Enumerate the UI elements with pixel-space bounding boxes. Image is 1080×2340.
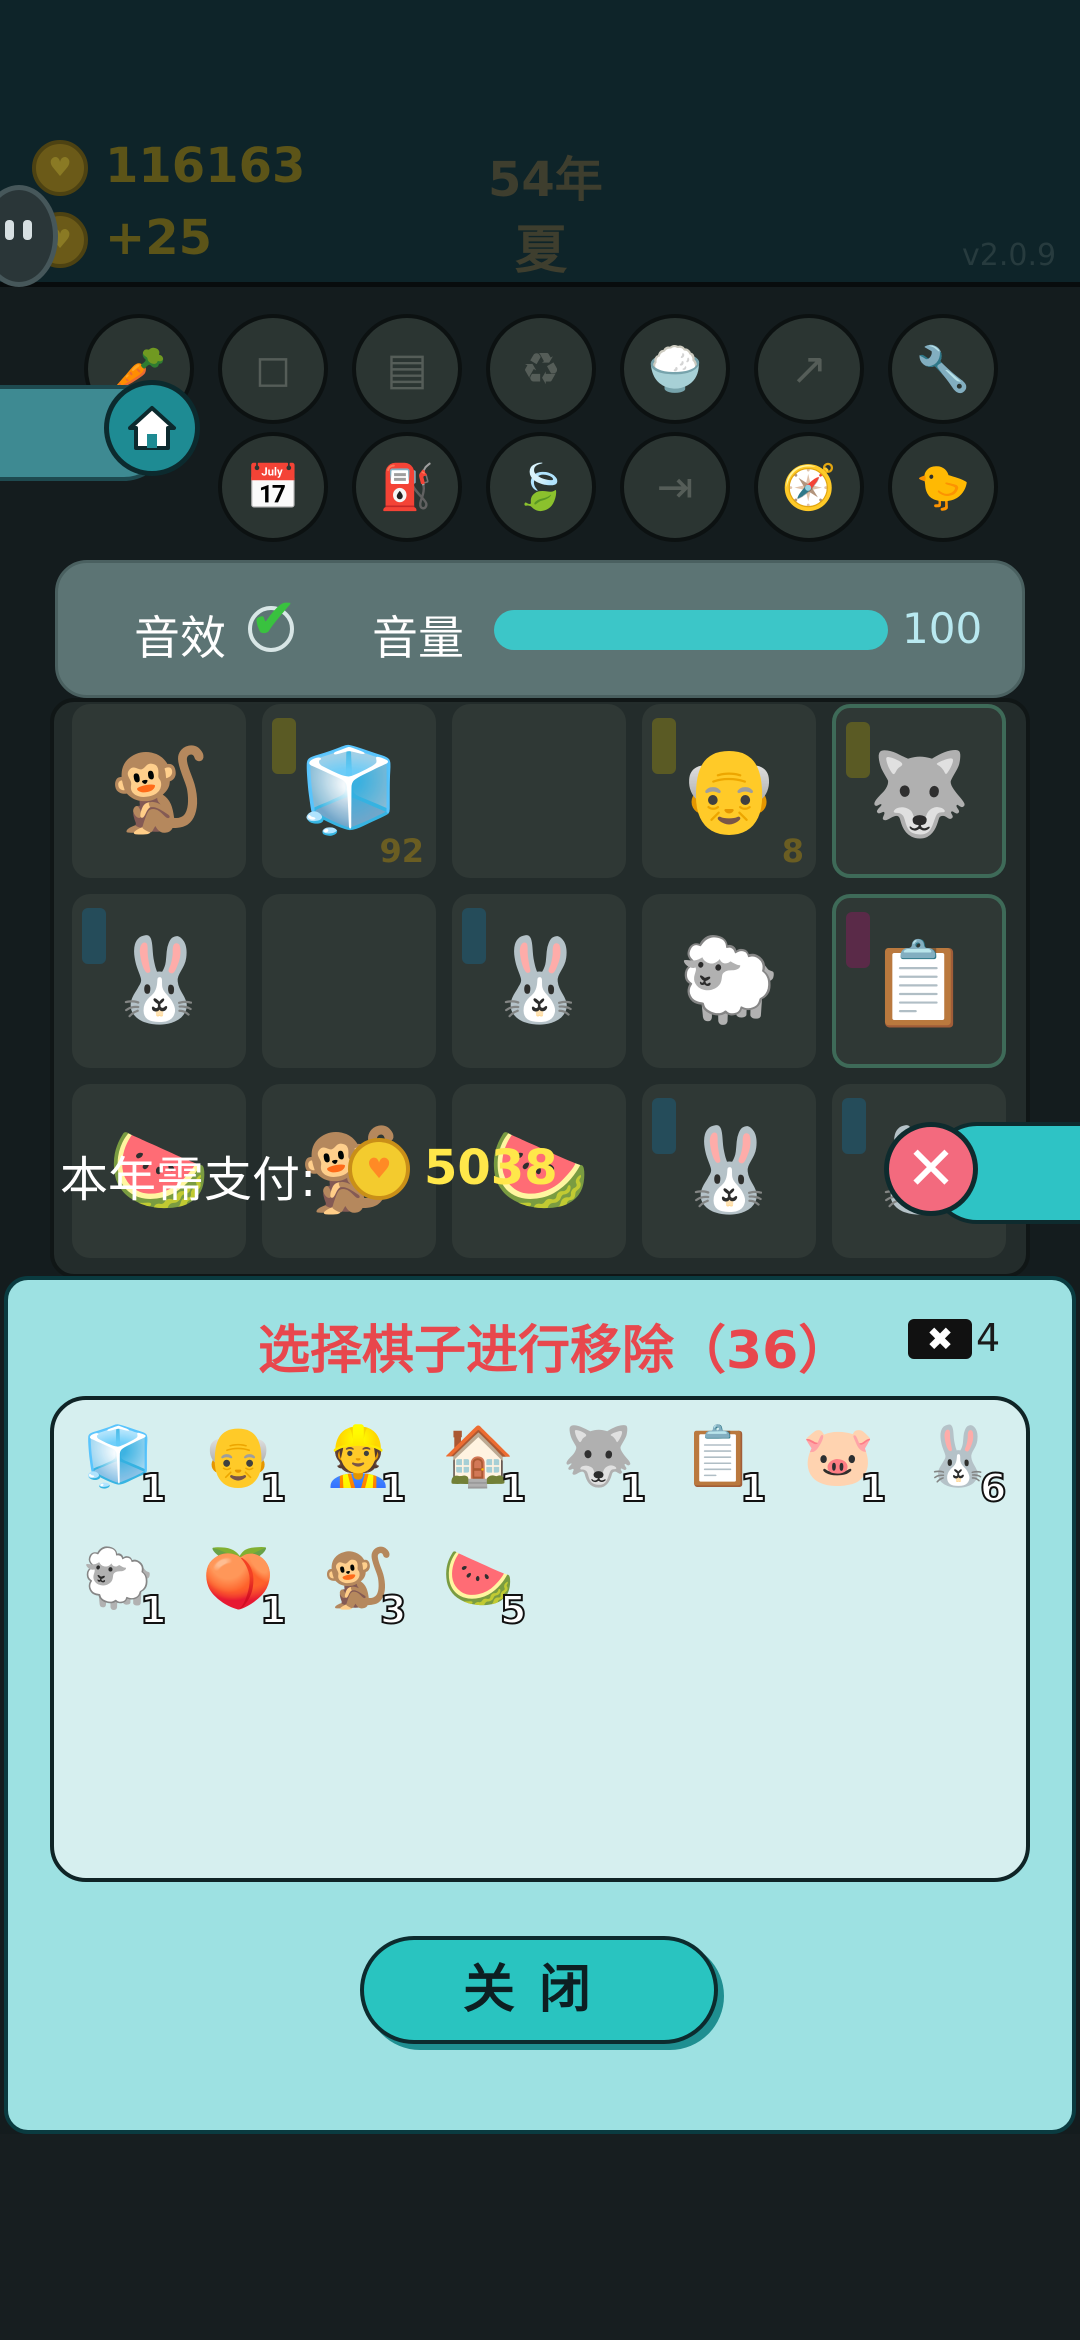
piece-count: 1 bbox=[259, 1465, 287, 1511]
gold-rate: +25 bbox=[105, 210, 213, 266]
monkey-icon: 🐒 bbox=[107, 743, 211, 838]
remove-ticket-count: 4 bbox=[976, 1316, 1001, 1360]
piece-count: 1 bbox=[619, 1465, 647, 1511]
arrow-up-icon[interactable]: ↗ bbox=[754, 314, 864, 424]
home-icon bbox=[128, 406, 176, 450]
home-button[interactable] bbox=[104, 380, 200, 476]
skirt-icon[interactable]: ▤ bbox=[352, 314, 462, 424]
sheep-icon: 🐑 bbox=[677, 933, 781, 1028]
piece-option-watermelon[interactable]: 🍉 5 bbox=[440, 1538, 540, 1638]
piece-count: 3 bbox=[379, 1587, 407, 1633]
payment-amount: 5038 bbox=[424, 1140, 558, 1196]
piece-count: 1 bbox=[379, 1465, 407, 1511]
checkmark-icon: ✔ bbox=[250, 587, 297, 652]
rarity-tag bbox=[462, 908, 486, 964]
piece-option-pig[interactable]: 🐷 1 bbox=[800, 1416, 900, 1516]
board-cell-copy-paste[interactable]: 📋 bbox=[832, 894, 1006, 1068]
compass-icon[interactable]: 🧭 bbox=[754, 432, 864, 542]
skip-icon[interactable]: ⇥ bbox=[620, 432, 730, 542]
piece-option-peach[interactable]: 🍑 1 bbox=[200, 1538, 300, 1638]
piece-count: 1 bbox=[259, 1587, 287, 1633]
board-cell-grandpa[interactable]: 👴 8 bbox=[642, 704, 816, 878]
piece-count: 6 bbox=[979, 1465, 1007, 1511]
rarity-tag bbox=[652, 1098, 676, 1154]
piece-option-copy-paste[interactable]: 📋 1 bbox=[680, 1416, 780, 1516]
board-cell-empty[interactable] bbox=[452, 704, 626, 878]
volume-value: 100 bbox=[902, 604, 983, 653]
board-cell-empty[interactable] bbox=[262, 894, 436, 1068]
sugar-cubes-icon[interactable]: ◻ bbox=[218, 314, 328, 424]
chick-egg-icon[interactable]: 🐤 bbox=[888, 432, 998, 542]
piece-option-husky-king[interactable]: 🐺 1 bbox=[560, 1416, 660, 1516]
piece-count: 1 bbox=[499, 1465, 527, 1511]
header-divider bbox=[0, 282, 1080, 287]
rarity-tag bbox=[842, 1098, 866, 1154]
piece-counter: 8 bbox=[781, 832, 804, 870]
piece-count: 1 bbox=[139, 1465, 167, 1511]
calendar-icon[interactable]: 📅 bbox=[218, 432, 328, 542]
remove-ticket-icon: ✖ bbox=[908, 1319, 972, 1359]
piece-counter: 92 bbox=[379, 832, 424, 870]
rice-bowl-icon[interactable]: 🍚 bbox=[620, 314, 730, 424]
rarity-tag bbox=[652, 718, 676, 774]
pump-icon[interactable]: ⛽ bbox=[352, 432, 462, 542]
gold-coin-icon: ♥ bbox=[348, 1138, 410, 1200]
piece-count: 1 bbox=[859, 1465, 887, 1511]
dialog-title: 选择棋子进行移除（36） bbox=[258, 1321, 851, 1381]
year-label: 54年 bbox=[488, 152, 603, 208]
wrench-shield-icon[interactable]: 🔧 bbox=[888, 314, 998, 424]
piece-count: 5 bbox=[499, 1587, 527, 1633]
volume-slider[interactable] bbox=[494, 610, 888, 650]
leaf-icon[interactable]: 🍃 bbox=[486, 432, 596, 542]
close-button[interactable]: 关闭 bbox=[360, 1936, 718, 2044]
close-icon[interactable]: ✕ bbox=[884, 1122, 978, 1216]
piece-option-rabbit-house[interactable]: 🏠 1 bbox=[440, 1416, 540, 1516]
piece-count: 1 bbox=[739, 1465, 767, 1511]
volume-label: 音量 bbox=[372, 611, 464, 665]
piece-count: 1 bbox=[139, 1587, 167, 1633]
board-cell-fridge[interactable]: 🧊 92 bbox=[262, 704, 436, 878]
piece-option-worker[interactable]: 👷 1 bbox=[320, 1416, 420, 1516]
board-cell-rabbit[interactable]: 🐰 bbox=[452, 894, 626, 1068]
rarity-tag bbox=[82, 908, 106, 964]
rarity-tag bbox=[846, 912, 870, 968]
piece-option-grandpa[interactable]: 👴 1 bbox=[200, 1416, 300, 1516]
piece-option-sheep[interactable]: 🐑 1 bbox=[80, 1538, 180, 1638]
version-label: v2.0.9 bbox=[962, 238, 1057, 273]
gold-coin-icon: ♥ bbox=[32, 140, 88, 196]
board-cell-sheep[interactable]: 🐑 bbox=[642, 894, 816, 1068]
board-cell-rabbit[interactable]: 🐰 bbox=[642, 1084, 816, 1258]
rarity-tag bbox=[846, 722, 870, 778]
sound-effects-label: 音效 bbox=[134, 611, 226, 665]
board-cell-monkey[interactable]: 🐒 bbox=[72, 704, 246, 878]
board-cell-rabbit[interactable]: 🐰 bbox=[72, 894, 246, 1068]
payment-label: 本年需支付: bbox=[60, 1152, 317, 1208]
piece-option-rabbit[interactable]: 🐰 6 bbox=[920, 1416, 1020, 1516]
recycle-icon[interactable]: ♻ bbox=[486, 314, 596, 424]
gold-count: 116163 bbox=[105, 138, 306, 194]
piece-option-fridge[interactable]: 🧊 1 bbox=[80, 1416, 180, 1516]
season-label: 夏 bbox=[515, 221, 568, 281]
board-cell-husky-king[interactable]: 🐺 bbox=[832, 704, 1006, 878]
piece-option-monkey[interactable]: 🐒 3 bbox=[320, 1538, 420, 1638]
rarity-tag bbox=[272, 718, 296, 774]
bottom-area bbox=[0, 2134, 1080, 2340]
